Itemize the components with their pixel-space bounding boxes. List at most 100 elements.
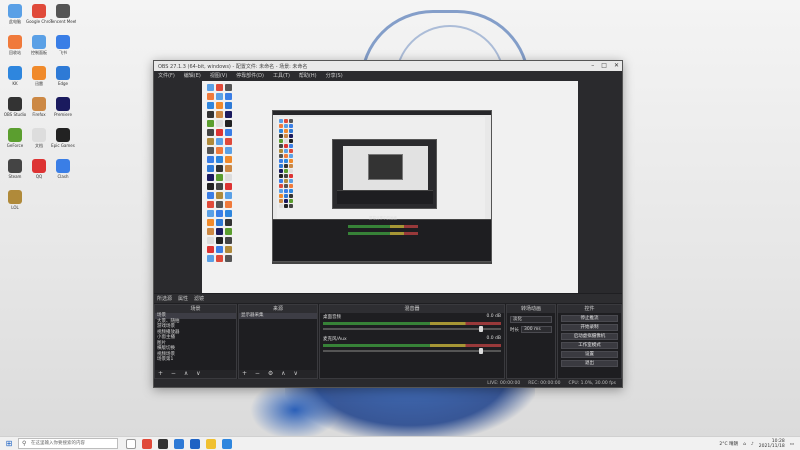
app-icon — [32, 35, 46, 49]
task-view-icon[interactable] — [126, 438, 136, 449]
sources-title: 来源 — [239, 305, 317, 313]
desktop-shortcut[interactable]: OBS Studio — [2, 97, 28, 117]
taskbar-apps — [126, 438, 232, 449]
shortcut-label: Epic Games — [51, 143, 75, 148]
minimize-icon[interactable]: – — [591, 61, 594, 71]
taskbar: ⊞ 在这里输入你要搜索的内容 2°C 晴朗 ⌂ ♪ 10:28 2021/11/… — [0, 436, 800, 450]
menu-item[interactable]: 工具(T) — [273, 72, 290, 79]
shortcut-label: 回收站 — [9, 50, 21, 55]
shortcut-label: QQ — [35, 174, 43, 179]
menu-item[interactable]: 分享(S) — [326, 72, 343, 79]
transitions-title: 转场动画 — [507, 305, 555, 313]
app-icon[interactable] — [222, 438, 232, 449]
desktop-shortcut[interactable]: 飞书 — [50, 35, 76, 55]
app-icon — [32, 66, 46, 80]
edge-icon[interactable] — [174, 438, 184, 449]
taskbar-search-input[interactable]: 在这里输入你要搜索的内容 — [18, 438, 118, 449]
volume-slider[interactable] — [323, 348, 501, 354]
desktop-shortcut[interactable]: 文档 — [26, 128, 52, 148]
app-icon — [8, 4, 22, 18]
shortcut-label: OBS Studio — [3, 112, 27, 117]
channel-name: 麦克风/Aux — [323, 337, 347, 342]
desktop-shortcut[interactable]: QQ — [26, 159, 52, 179]
control-button[interactable]: 设置 — [561, 351, 618, 358]
shortcut-label: 控制面板 — [31, 50, 47, 55]
sources-toolbar[interactable]: + − ⚙ ∧ ∨ — [239, 370, 317, 378]
preview-area[interactable]: 屏幕分享中的画面 — [154, 80, 622, 293]
maximize-icon[interactable]: □ — [601, 61, 607, 71]
app-icon — [32, 4, 46, 18]
nested-label: 屏幕分享中的画面 — [369, 216, 397, 220]
menu-item[interactable]: 帮助(H) — [299, 72, 317, 79]
volume-icon[interactable]: ♪ — [751, 442, 754, 447]
desktop-shortcut[interactable]: Steam — [2, 159, 28, 179]
store-icon[interactable] — [190, 438, 200, 449]
desktop-shortcut[interactable]: 控制面板 — [26, 35, 52, 55]
desktop-shortcut[interactable]: 此电脑 — [2, 4, 28, 24]
app-icon — [32, 128, 46, 142]
nested-obs-window: 屏幕分享中的画面 — [272, 110, 492, 262]
app-icon — [8, 35, 22, 49]
transition-select[interactable]: 淡化 — [510, 316, 552, 323]
volume-slider[interactable] — [323, 326, 501, 332]
clock[interactable]: 10:28 2021/11/18 — [759, 439, 785, 449]
controls-dock: 控件 停止推流 开始录制 启动虚拟摄像机 工作室模式 设置 退出 — [557, 304, 622, 379]
duration-input[interactable]: 300 ms — [521, 326, 552, 333]
app-icon — [32, 159, 46, 173]
app-icon — [56, 128, 70, 142]
filters-button[interactable]: 滤镜 — [194, 295, 204, 302]
shortcut-label: 此电脑 — [9, 19, 21, 24]
scenes-title: 场景 — [155, 305, 236, 313]
desktop-shortcut[interactable]: Premiere — [50, 97, 76, 117]
obs-icon[interactable] — [158, 438, 168, 449]
menu-item[interactable]: 停靠部件(D) — [236, 72, 264, 79]
menu-item[interactable]: 文件(F) — [158, 72, 175, 79]
explorer-icon[interactable] — [206, 438, 216, 449]
duration-label: 时长 — [510, 327, 519, 333]
chrome-icon[interactable] — [142, 438, 152, 449]
notification-icon[interactable]: ▭ — [790, 442, 794, 447]
source-toolbar: 所选源 属性 滤镜 — [154, 294, 622, 303]
volume-meter — [323, 344, 501, 347]
properties-button[interactable]: 属性 — [178, 295, 188, 302]
control-button[interactable]: 停止推流 — [561, 315, 618, 322]
desktop-shortcut[interactable]: GeForce — [2, 128, 28, 148]
channel-name: 桌面音频 — [323, 315, 341, 320]
desktop-shortcut[interactable]: Google Chrome — [26, 4, 52, 24]
control-button[interactable]: 开始录制 — [561, 324, 618, 331]
desktop-shortcut[interactable]: 回收站 — [2, 35, 28, 55]
scenes-dock: 场景 场景 大景、随拍 游戏场景 视频播放器 小窗主播 图片 横版切换 视频场景 场景第1 + … — [154, 304, 237, 379]
desktop-shortcut[interactable]: KK — [2, 66, 28, 86]
windows-start-icon[interactable]: ⊞ — [0, 437, 18, 450]
desktop-shortcut[interactable]: 迅雷 — [26, 66, 52, 86]
cpu-status: CPU: 1.0%, 30.00 fps — [568, 380, 617, 386]
app-icon — [8, 159, 22, 173]
scenes-toolbar[interactable]: + − ∧ ∨ — [155, 370, 236, 378]
shortcut-label: KK — [12, 81, 18, 86]
menu-bar: 文件(F) 编辑(E) 视图(V) 停靠部件(D) 工具(T) 帮助(H) 分享(S) — [154, 71, 622, 80]
source-item[interactable]: 显示器采集 — [239, 313, 317, 319]
weather-status[interactable]: 2°C 晴朗 — [719, 441, 738, 447]
shortcut-label: Clash — [57, 174, 69, 179]
shortcut-label: GeForce — [6, 143, 24, 148]
desktop-shortcut[interactable]: Edge — [50, 66, 76, 86]
menu-item[interactable]: 编辑(E) — [184, 72, 201, 79]
wallpaper-figure-detail — [250, 380, 340, 440]
shortcut-label: 飞书 — [59, 50, 67, 55]
network-icon[interactable]: ⌂ — [743, 442, 746, 447]
obs-window: OBS 27.1.3 (64-bit, windows) - 配置文件: 未命名… — [153, 60, 623, 388]
shortcut-label: Edge — [57, 81, 69, 86]
menu-item[interactable]: 视图(V) — [210, 72, 227, 79]
control-button[interactable]: 启动虚拟摄像机 — [561, 333, 618, 340]
desktop-shortcut[interactable]: Firefox — [26, 97, 52, 117]
channel-db: 0.0 dB — [486, 314, 501, 319]
desktop-shortcut[interactable]: Clash — [50, 159, 76, 179]
desktop-shortcut[interactable]: LOL — [2, 190, 28, 210]
scene-item[interactable]: 场景第1 — [155, 357, 236, 363]
close-icon[interactable]: ✕ — [614, 61, 619, 71]
window-titlebar[interactable]: OBS 27.1.3 (64-bit, windows) - 配置文件: 未命名… — [154, 61, 622, 71]
desktop-shortcut[interactable]: Epic Games — [50, 128, 76, 148]
control-button[interactable]: 工作室模式 — [561, 342, 618, 349]
desktop-shortcut[interactable]: Tencent Meeting — [50, 4, 76, 24]
control-button[interactable]: 退出 — [561, 360, 618, 367]
